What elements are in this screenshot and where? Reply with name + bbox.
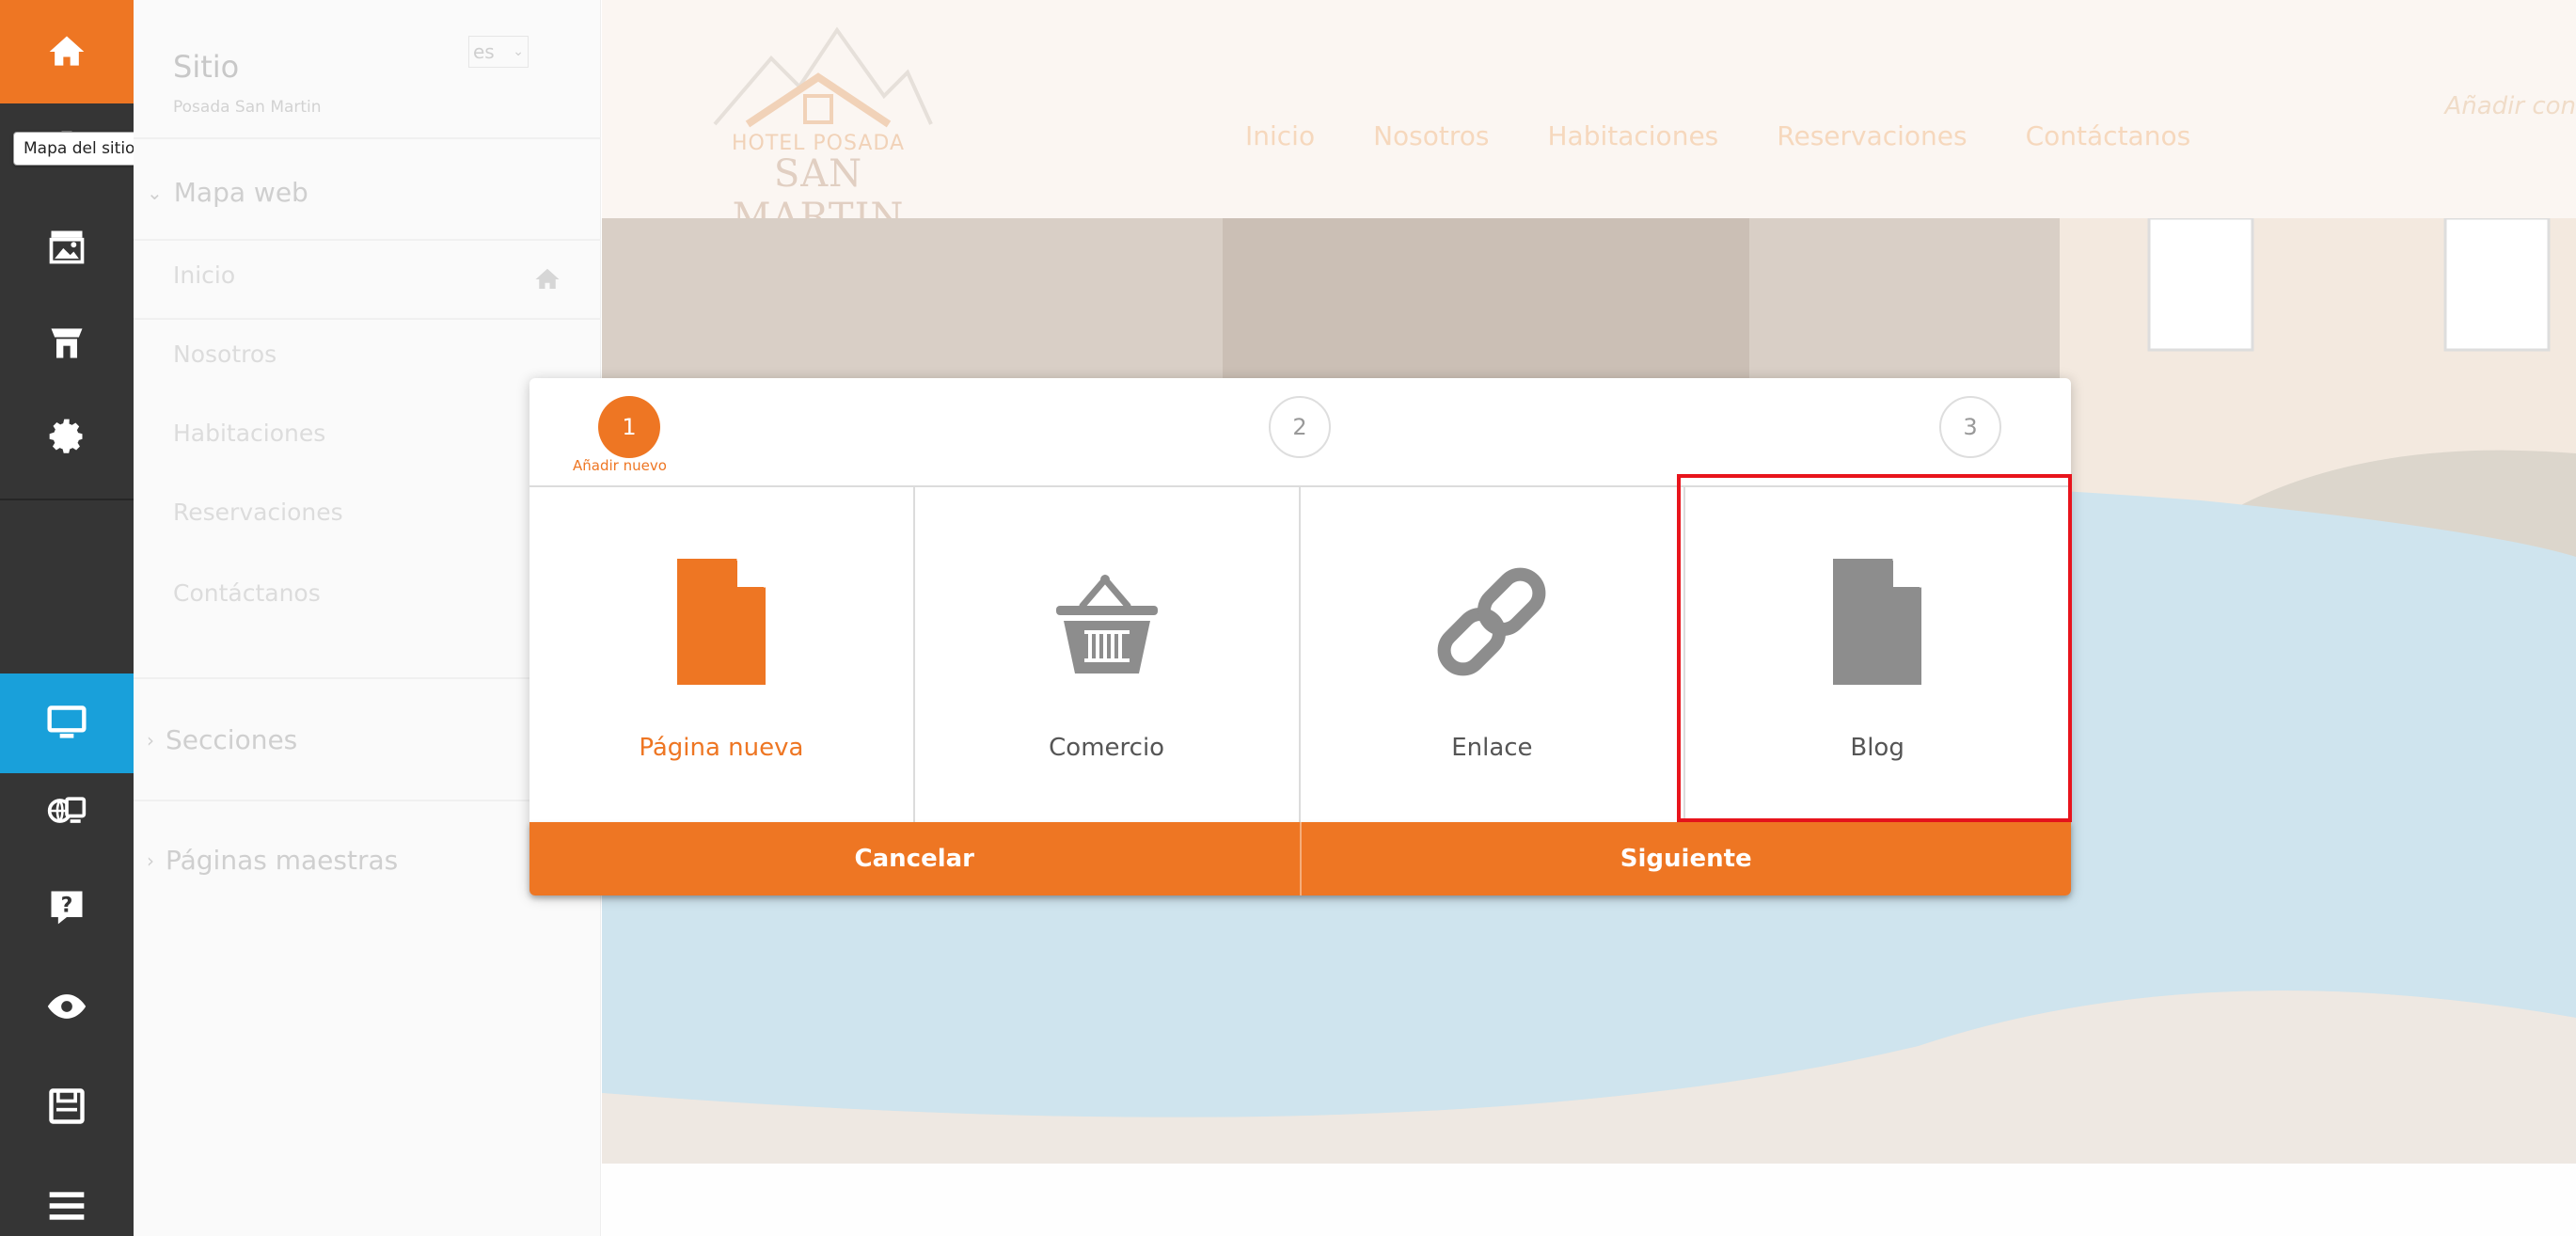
desktop-view-button[interactable] bbox=[0, 673, 134, 773]
hotel-logo: HOTEL POSADA SAN MARTIN bbox=[696, 21, 940, 239]
option-link-label: Enlace bbox=[1451, 734, 1533, 762]
language-value: es bbox=[473, 40, 495, 63]
home-icon bbox=[535, 268, 560, 289]
chevron-down-icon: ⌄ bbox=[147, 181, 163, 204]
page-item-nosotros[interactable]: Nosotros bbox=[173, 341, 277, 368]
sitemap-tooltip: Mapa del sitio bbox=[13, 132, 146, 166]
gallery-button[interactable] bbox=[0, 218, 134, 275]
wizard-stepper: 1 Añadir nuevo 2 3 bbox=[529, 378, 2071, 487]
site-footer bbox=[602, 1164, 2576, 1236]
language-select[interactable]: es ⌄ bbox=[468, 36, 529, 68]
chevron-right-icon: › bbox=[147, 728, 154, 752]
eye-icon bbox=[47, 994, 87, 1019]
help-button[interactable]: ? bbox=[0, 879, 134, 935]
save-icon bbox=[49, 1088, 85, 1124]
panel-divider bbox=[134, 318, 601, 320]
option-commerce[interactable]: Comercio bbox=[915, 487, 1301, 822]
option-commerce-label: Comercio bbox=[1049, 734, 1165, 762]
site-subtitle: Posada San Martin bbox=[173, 98, 322, 117]
chevron-right-icon: › bbox=[147, 848, 154, 872]
domain-button[interactable] bbox=[0, 783, 134, 839]
step-1-label: Añadir nuevo bbox=[573, 457, 667, 474]
dialog-actions: Cancelar Siguiente bbox=[529, 822, 2071, 895]
option-blog-label: Blog bbox=[1850, 734, 1904, 762]
nav-nosotros[interactable]: Nosotros bbox=[1373, 120, 1489, 151]
gear-icon bbox=[49, 419, 83, 453]
store-button[interactable] bbox=[0, 314, 134, 371]
page-item-reservaciones[interactable]: Reservaciones bbox=[173, 499, 343, 526]
sitemap-section-toggle[interactable]: ⌄ Mapa web bbox=[147, 177, 308, 208]
nav-habitaciones[interactable]: Habitaciones bbox=[1547, 120, 1718, 151]
add-content-link[interactable]: Añadir con bbox=[2444, 92, 2576, 120]
page-item-habitaciones[interactable]: Habitaciones bbox=[173, 420, 325, 447]
preview-button[interactable] bbox=[0, 978, 134, 1035]
nav-inicio[interactable]: Inicio bbox=[1245, 120, 1315, 151]
next-button[interactable]: Siguiente bbox=[1302, 822, 2072, 895]
step-2-indicator: 2 bbox=[1269, 396, 1331, 458]
home-button[interactable] bbox=[0, 0, 134, 103]
option-new-page-label: Página nueva bbox=[639, 734, 804, 762]
option-blog[interactable]: Blog bbox=[1685, 487, 2071, 822]
site-title: Sitio bbox=[173, 49, 240, 85]
settings-button[interactable] bbox=[0, 408, 134, 465]
store-icon bbox=[51, 328, 83, 358]
sitemap-section-label: Mapa web bbox=[173, 177, 308, 208]
nav-contactanos[interactable]: Contáctanos bbox=[2026, 120, 2191, 151]
add-page-dialog: 1 Añadir nuevo 2 3 Página nueva Comercio… bbox=[529, 378, 2072, 895]
sections-toggle[interactable]: › Secciones bbox=[147, 724, 297, 755]
site-nav: Inicio Nosotros Habitaciones Reservacion… bbox=[1245, 120, 2190, 151]
new-page-icon bbox=[676, 557, 766, 685]
master-pages-label: Páginas maestras bbox=[166, 845, 399, 876]
cancel-button[interactable]: Cancelar bbox=[529, 822, 1302, 895]
link-icon bbox=[1437, 567, 1546, 676]
basket-icon bbox=[1055, 574, 1158, 673]
iconbar-divider bbox=[0, 499, 134, 500]
menu-icon bbox=[49, 1192, 85, 1220]
menu-button[interactable] bbox=[0, 1178, 134, 1234]
mountain-icon bbox=[713, 26, 933, 128]
panel-divider bbox=[134, 239, 601, 241]
save-button[interactable] bbox=[0, 1078, 134, 1134]
nav-reservaciones[interactable]: Reservaciones bbox=[1777, 120, 1967, 151]
chevron-down-icon: ⌄ bbox=[513, 44, 524, 59]
help-icon: ? bbox=[51, 891, 83, 925]
panel-divider bbox=[134, 137, 601, 139]
page-item-inicio[interactable]: Inicio bbox=[173, 261, 235, 289]
step-1-indicator: 1 bbox=[598, 396, 660, 458]
master-pages-toggle[interactable]: › Páginas maestras bbox=[147, 845, 398, 876]
domain-icon bbox=[47, 797, 87, 823]
icon-sidebar: Mapa del sitio ? bbox=[0, 0, 146, 1236]
option-new-page[interactable]: Página nueva bbox=[529, 487, 915, 822]
step-3-indicator: 3 bbox=[1939, 396, 2001, 458]
svg-text:?: ? bbox=[61, 895, 73, 918]
display-icon bbox=[47, 705, 87, 738]
page-type-options: Página nueva Comercio Enlace Blog bbox=[529, 474, 2072, 822]
home-icon bbox=[49, 36, 85, 66]
sections-label: Secciones bbox=[166, 724, 298, 755]
option-link[interactable]: Enlace bbox=[1301, 487, 1686, 822]
gallery-icon bbox=[49, 230, 85, 264]
site-header: HOTEL POSADA SAN MARTIN Inicio Nosotros … bbox=[602, 0, 2576, 239]
blog-page-icon bbox=[1833, 557, 1923, 685]
page-item-contactanos[interactable]: Contáctanos bbox=[173, 579, 321, 607]
